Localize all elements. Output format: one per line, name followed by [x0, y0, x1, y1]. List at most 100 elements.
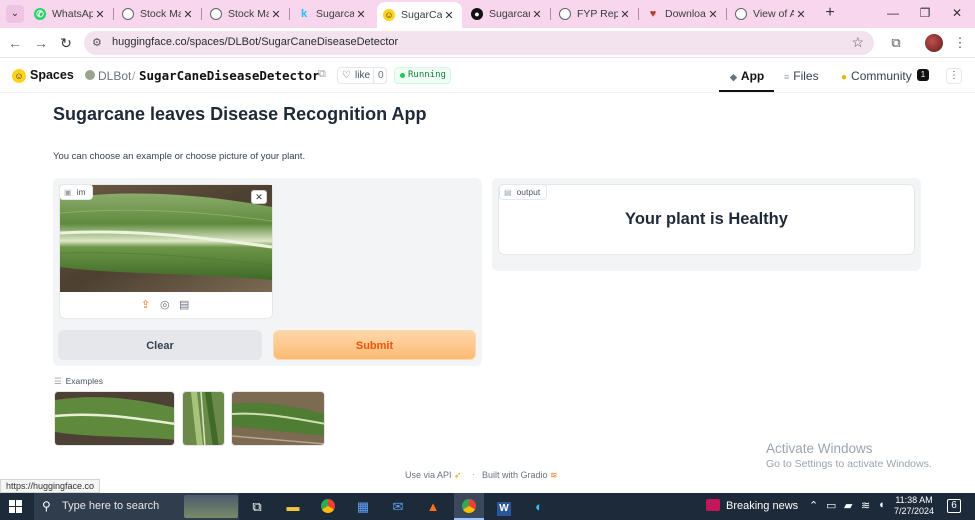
repo-name[interactable]: SugarCaneDiseaseDetector	[139, 68, 320, 83]
minimize-button[interactable]: —	[878, 4, 908, 22]
tab-download[interactable]: ♥ Downloa ✕	[641, 3, 726, 25]
close-icon[interactable]: ✕	[442, 9, 456, 22]
tab-files[interactable]: ≡ Files	[784, 69, 819, 83]
close-icon[interactable]: ✕	[181, 8, 195, 21]
more-options-icon[interactable]: ⋮	[946, 68, 962, 84]
tab-view-of[interactable]: View of A ✕	[729, 3, 814, 25]
close-icon[interactable]: ✕	[354, 8, 368, 21]
spaces-link[interactable]: Spaces	[30, 68, 74, 82]
tab-title: Downloa	[665, 8, 706, 20]
tab-fyp-report[interactable]: FYP Repo ✕	[553, 3, 638, 25]
example-leaf-image	[183, 392, 224, 445]
huggingface-logo-icon[interactable]: ☺	[12, 69, 26, 83]
example-image-3[interactable]	[231, 391, 325, 446]
clock-date: 7/27/2024	[893, 506, 935, 516]
browser-menu-icon[interactable]: ⋮	[951, 34, 969, 52]
close-icon[interactable]: ✕	[794, 8, 808, 21]
submit-button[interactable]: Submit	[273, 330, 476, 360]
tab-divider	[113, 8, 114, 20]
word-icon[interactable]: W	[489, 493, 519, 520]
clear-button[interactable]: Clear	[58, 330, 262, 360]
system-clock[interactable]: 11:38 AM 7/27/2024	[893, 495, 935, 517]
wifi-icon[interactable]: ≋	[861, 499, 870, 512]
edge-icon[interactable]: ◐	[524, 493, 554, 520]
battery-icon[interactable]: ▰	[844, 499, 852, 512]
site-settings-icon[interactable]: ⚙	[92, 36, 102, 49]
display-icon[interactable]: ▭	[826, 499, 836, 512]
globe-icon	[559, 8, 571, 20]
address-bar[interactable]: ⚙ huggingface.co/spaces/DLBot/SugarCaneD…	[84, 31, 874, 55]
close-icon[interactable]: ✕	[706, 8, 720, 21]
examples-label-text: Examples	[65, 376, 103, 386]
tab-huggingface[interactable]: ☺ SugarCan ✕	[377, 2, 462, 28]
clear-image-icon[interactable]: ✕	[251, 190, 267, 204]
tab-title: View of A	[753, 8, 794, 20]
owner-link[interactable]: DLBot	[98, 69, 131, 83]
news-widget[interactable]: Breaking news	[706, 499, 798, 512]
taskbar-search[interactable]: ⚲ Type here to search	[34, 493, 239, 520]
output-label: ▤ output	[499, 184, 548, 200]
tab-github[interactable]: ● Sugarcan ✕	[465, 3, 550, 25]
notifications-icon[interactable]: 6	[947, 499, 961, 513]
task-view-icon[interactable]: ⧉	[242, 493, 272, 520]
copy-icon[interactable]: ⧉	[318, 68, 326, 81]
new-tab-button[interactable]: +	[822, 5, 838, 21]
microsoft-store-icon[interactable]: ▦	[348, 493, 378, 520]
tab-search-button[interactable]: ⌄	[6, 5, 24, 23]
community-icon: ●	[841, 72, 848, 83]
browser-toolbar: ← → ↻ ⚙ huggingface.co/spaces/DLBot/Suga…	[0, 28, 975, 58]
input-label: ▣ im	[59, 184, 93, 200]
tab-stock-2[interactable]: Stock Ma ✕	[204, 3, 289, 25]
close-icon[interactable]: ✕	[93, 8, 107, 21]
close-icon[interactable]: ✕	[530, 8, 544, 21]
uploaded-leaf-image	[60, 185, 272, 292]
like-button[interactable]: ♡ like 0	[337, 67, 387, 84]
label-icon: ▤	[504, 188, 512, 197]
tab-whatsapp[interactable]: ✆ WhatsApp ✕	[28, 3, 113, 25]
example-leaf-image	[55, 392, 174, 445]
like-count: 0	[373, 68, 384, 83]
profile-avatar[interactable]	[925, 34, 943, 52]
whatsapp-icon: ✆	[34, 8, 46, 20]
tab-kaggle[interactable]: k Sugarcan ✕	[292, 3, 374, 25]
owner-avatar	[85, 70, 95, 80]
globe-icon	[122, 8, 134, 20]
tab-stock-1[interactable]: Stock Ma ✕	[116, 3, 201, 25]
hf-header: ☺ Spaces DLBot / SugarCaneDiseaseDetecto…	[0, 59, 975, 93]
tab-divider	[201, 8, 202, 20]
clipboard-icon[interactable]: ▤	[179, 298, 189, 311]
clock-time: 11:38 AM	[895, 495, 933, 505]
example-leaf-image	[232, 392, 324, 445]
example-image-1[interactable]	[54, 391, 175, 446]
example-image-2[interactable]	[182, 391, 225, 446]
kaggle-icon: k	[300, 8, 308, 20]
url-text[interactable]: huggingface.co/spaces/DLBot/SugarCaneDis…	[112, 36, 398, 48]
volume-icon[interactable]: ◖	[878, 499, 885, 511]
built-with-gradio-link[interactable]: Built with Gradio ≋	[482, 470, 558, 481]
file-explorer-icon[interactable]: ▬	[278, 493, 308, 520]
tab-app[interactable]: ◆ App	[730, 69, 764, 83]
mail-icon[interactable]: ✉	[383, 493, 413, 520]
path-separator: /	[132, 69, 136, 83]
close-icon[interactable]: ✕	[269, 8, 283, 21]
webcam-icon[interactable]: ◎	[160, 298, 170, 311]
restore-button[interactable]: ❐	[910, 4, 940, 22]
tab-title: Stock Ma	[140, 8, 181, 20]
back-arrow-icon[interactable]: ←	[6, 34, 24, 52]
tab-community[interactable]: ● Community	[841, 69, 912, 83]
window-close-button[interactable]: ✕	[942, 4, 972, 22]
forward-arrow-icon[interactable]: →	[32, 34, 50, 52]
chrome-icon[interactable]	[313, 493, 343, 520]
chrome-active-icon[interactable]	[454, 493, 484, 520]
footer-api-label: Use via API	[405, 470, 452, 480]
rocket-icon: ➶	[454, 470, 462, 480]
windows-start-icon[interactable]	[9, 500, 22, 513]
close-icon[interactable]: ✕	[618, 8, 632, 21]
extensions-icon[interactable]: ⧉	[887, 34, 905, 52]
upload-icon[interactable]: ⇪	[141, 298, 150, 311]
bookmark-star-icon[interactable]: ☆	[851, 34, 864, 51]
reload-icon[interactable]: ↻	[57, 34, 75, 52]
use-via-api-link[interactable]: Use via API ➶	[405, 470, 462, 481]
show-hidden-icons[interactable]: ⌃	[809, 499, 818, 512]
vlc-icon[interactable]: ▲	[418, 493, 448, 520]
